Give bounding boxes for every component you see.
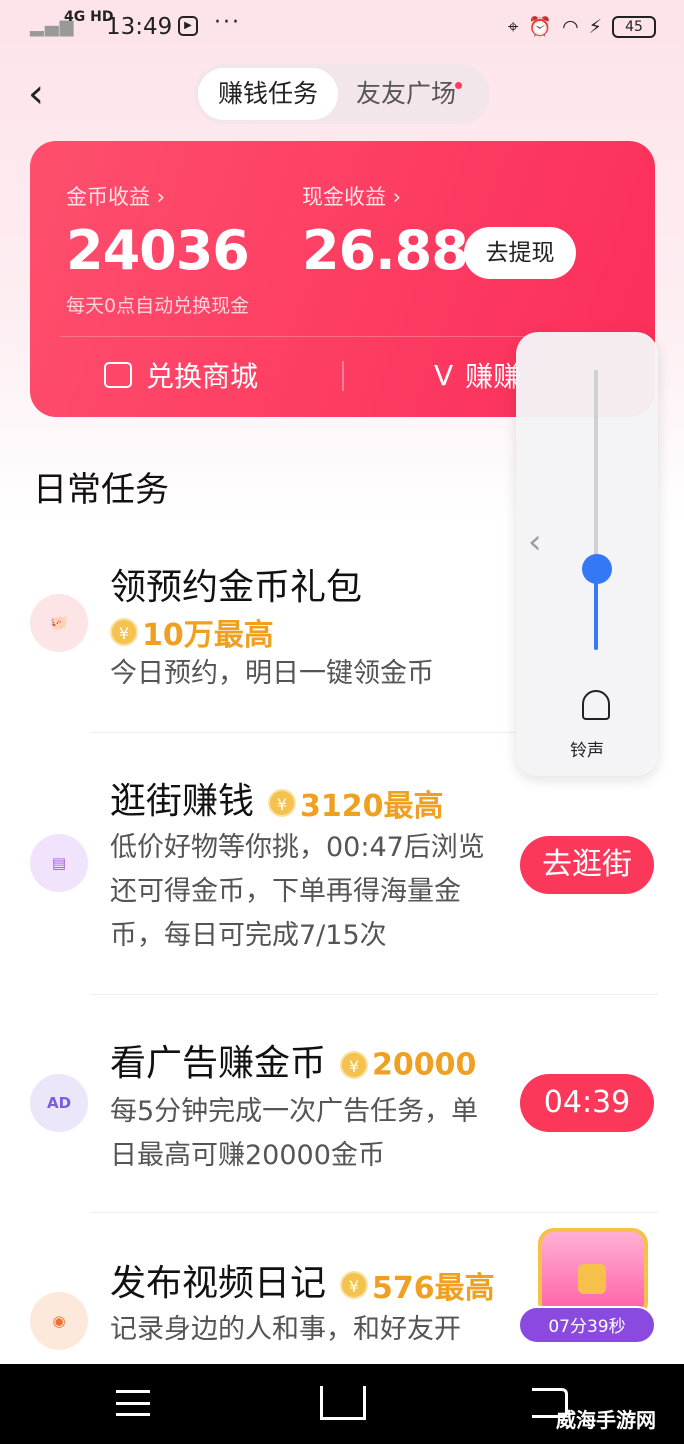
tab-friends-label: 友友广场 <box>356 79 457 108</box>
chest-timer: 07分39秒 <box>518 1306 656 1344</box>
piggy-bank-icon: 🐖 <box>30 594 88 652</box>
task-desc: 记录身边的人和事，和好友开 <box>110 1314 461 1345</box>
shop-icon: ▤ <box>30 834 88 892</box>
status-bar: ▂▄▆ 4G HD 13:49 ▶ ··· ⌖ ⏰ ◠ ⚡ 45 <box>0 0 684 56</box>
home-icon[interactable] <box>320 1386 366 1420</box>
top-bar: ‹ 赚钱任务 友友广场 <box>0 60 684 126</box>
coin-icon: ¥ <box>268 789 297 817</box>
mall-icon <box>104 362 132 388</box>
ad-countdown-button[interactable]: 04:39 <box>520 1074 654 1132</box>
mall-label: 兑换商城 <box>146 360 259 393</box>
task-desc: 今日预约，明日一键领金币 <box>110 658 434 689</box>
treasure-chest-widget[interactable]: 07分39秒 <box>518 1222 658 1352</box>
coin-icon: ¥ <box>340 1051 369 1079</box>
card-separator <box>342 361 344 391</box>
unread-dot <box>455 82 462 89</box>
tab-switcher: 赚钱任务 友友广场 <box>194 64 490 124</box>
ringtone-label: 铃声 <box>570 741 604 761</box>
battery-level: 45 <box>612 15 656 38</box>
alarm-icon: ⏰ <box>528 16 553 38</box>
task-reward: 3120最高 <box>300 789 444 824</box>
task-divider <box>90 994 658 995</box>
volume-slider-knob[interactable] <box>582 554 612 584</box>
task-title: 逛街赚钱 <box>110 781 255 822</box>
task-title: 发布视频日记 <box>110 1263 327 1304</box>
auto-exchange-note: 每天0点自动兑换现金 <box>66 295 250 317</box>
watermark: 威海手游网 <box>556 1408 656 1432</box>
volume-panel: ‹ 铃声 <box>516 332 658 776</box>
back-arrow-icon[interactable]: ‹ <box>28 74 44 114</box>
cash-earnings-link[interactable]: 现金收益 › <box>302 181 401 211</box>
earn-more-button[interactable]: V 赚赚 <box>434 355 521 395</box>
clock: 13:49 <box>106 14 173 40</box>
task-title: 领预约金币礼包 <box>110 567 363 608</box>
tab-earn-tasks[interactable]: 赚钱任务 <box>198 68 338 120</box>
section-title: 日常任务 <box>33 470 169 510</box>
bell-icon[interactable] <box>582 690 610 720</box>
location-icon: ⌖ <box>507 15 519 38</box>
more-notifications-icon: ··· <box>214 10 241 35</box>
charging-icon: ⚡ <box>588 15 602 38</box>
task-desc: 低价好物等你挑，00:47后浏览还可得金币，下单再得海量金币，每日可完成7/15… <box>110 832 485 951</box>
coin-earnings-value: 24036 <box>66 219 250 282</box>
ad-icon: AD <box>30 1074 88 1132</box>
task-reward: 10万最高 <box>142 618 274 653</box>
exchange-mall-button[interactable]: 兑换商城 <box>104 355 258 395</box>
coin-icon: ¥ <box>340 1271 369 1299</box>
task-divider <box>90 1212 658 1213</box>
coin-earnings-link[interactable]: 金币收益 › <box>66 181 165 211</box>
task-title: 看广告赚金币 <box>110 1043 327 1084</box>
wifi-icon: ◠ <box>562 15 579 38</box>
v-icon: V <box>434 358 454 392</box>
coin-icon: ¥ <box>110 618 138 646</box>
go-shopping-button[interactable]: 去逛街 <box>520 836 654 894</box>
task-reward: 20000 <box>372 1047 477 1083</box>
media-icon: ▶ <box>178 16 198 36</box>
camera-icon: ◉ <box>30 1292 88 1350</box>
cash-earnings-value: 26.88 <box>302 219 469 282</box>
task-desc: 每5分钟完成一次广告任务，单日最高可赚20000金币 <box>110 1096 479 1171</box>
earn-label: 赚赚 <box>465 360 522 393</box>
chest-lock-icon <box>578 1264 606 1294</box>
task-reward: 576最高 <box>372 1271 495 1306</box>
chevron-left-icon[interactable]: ‹ <box>528 522 542 562</box>
menu-icon[interactable] <box>116 1390 150 1416</box>
withdraw-button[interactable]: 去提现 <box>464 227 576 279</box>
tab-friends-square[interactable]: 友友广场 <box>356 68 476 120</box>
